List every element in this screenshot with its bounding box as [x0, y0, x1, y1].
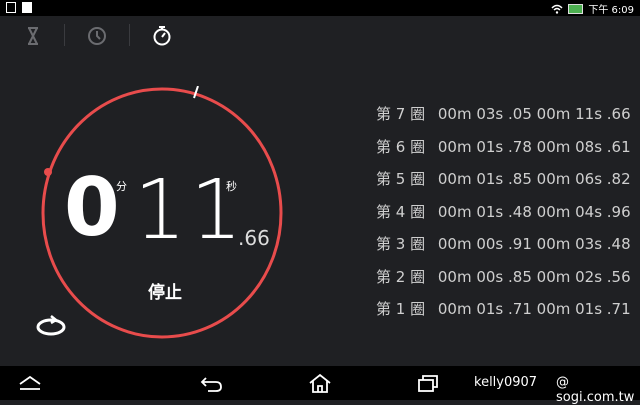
lap-label: 第 4 圈: [376, 202, 426, 221]
lap-row: 第 1 圈 00m 01s .71 00m 01s .71: [376, 293, 636, 326]
lap-label: 第 6 圈: [376, 137, 426, 156]
tab-clock[interactable]: [84, 23, 110, 49]
seconds-unit: 秒: [226, 180, 237, 193]
tab-stopwatch[interactable]: [149, 23, 175, 49]
lap-label: 第 5 圈: [376, 170, 426, 188]
battery-icon: [568, 3, 584, 14]
lap-row: 第 4 圈 00m 01s .48 00m 04s .96: [376, 196, 636, 229]
hide-nav-button[interactable]: [16, 372, 44, 394]
lap-total-time: 00m 03s .48: [536, 235, 631, 253]
minutes-display: 0: [64, 161, 120, 254]
navigation-bar: kelly0907 @ sogi.com.tw: [0, 366, 640, 405]
lap-time: 00m 00s .85: [437, 267, 532, 286]
lap-time: 00m 01s .48: [437, 202, 532, 221]
lap-label: 第 2 圈: [376, 267, 426, 286]
lap-label: 第 3 圈: [376, 235, 426, 253]
progress-dot: [44, 168, 52, 176]
lap-label: 第 7 圈: [376, 105, 426, 123]
tab-bar: [0, 16, 640, 56]
lap-total-time: 00m 02s .56: [536, 267, 631, 286]
lap-time: 00m 00s .91: [437, 235, 532, 253]
watermark-user: kelly0907: [474, 375, 538, 390]
home-icon: [309, 373, 331, 393]
stop-button[interactable]: 停止: [148, 278, 182, 303]
image-notification-icon: [22, 2, 32, 13]
recent-apps-icon: [418, 375, 438, 392]
back-icon: [200, 377, 222, 392]
lap-total-time: 00m 11s .66: [536, 105, 631, 123]
lap-row: 第 6 圈 00m 01s .78 00m 08s .61: [376, 131, 636, 164]
stopwatch-icon: [153, 26, 171, 46]
chevron-up-icon: [19, 375, 41, 390]
watermark-site: @ sogi.com.tw: [556, 375, 635, 405]
wifi-icon: [551, 4, 563, 14]
lap-marker: [193, 86, 199, 99]
reset-icon: [36, 315, 66, 336]
clock-icon: [88, 27, 106, 45]
lap-time: 00m 03s .05: [437, 105, 532, 123]
recent-apps-button[interactable]: [414, 372, 442, 394]
lap-total-time: 00m 06s .82: [536, 170, 631, 188]
tab-timer[interactable]: [20, 23, 46, 49]
lap-list: 第 7 圈 00m 03s .05 00m 11s .66 第 6 圈 00m …: [376, 98, 636, 326]
lap-row: 第 3 圈 00m 00s .91 00m 03s .48: [376, 228, 636, 261]
sd-card-icon: [6, 2, 16, 13]
lap-total-time: 00m 08s .61: [536, 137, 631, 156]
hundredths-display: .66: [238, 226, 270, 250]
lap-label: 第 1 圈: [376, 300, 426, 318]
lap-time: 00m 01s .85: [437, 170, 532, 188]
hourglass-icon: [28, 27, 38, 45]
lap-row: 第 5 圈 00m 01s .85 00m 06s .82: [376, 163, 636, 196]
lap-time: 00m 01s .71: [437, 300, 532, 318]
lap-row: 第 7 圈 00m 03s .05 00m 11s .66: [376, 98, 636, 131]
reset-button[interactable]: [34, 312, 68, 338]
minutes-unit: 分: [116, 180, 127, 193]
back-button[interactable]: [198, 372, 226, 394]
lap-row: 第 2 圈 00m 00s .85 00m 02s .56: [376, 261, 636, 294]
lap-time: 00m 01s .78: [437, 137, 532, 156]
status-time: 下午 6:09: [588, 5, 634, 16]
home-button[interactable]: [306, 372, 334, 394]
lap-total-time: 00m 01s .71: [536, 300, 631, 318]
lap-total-time: 00m 04s .96: [536, 202, 631, 221]
status-bar: 下午 6:09: [0, 0, 640, 16]
